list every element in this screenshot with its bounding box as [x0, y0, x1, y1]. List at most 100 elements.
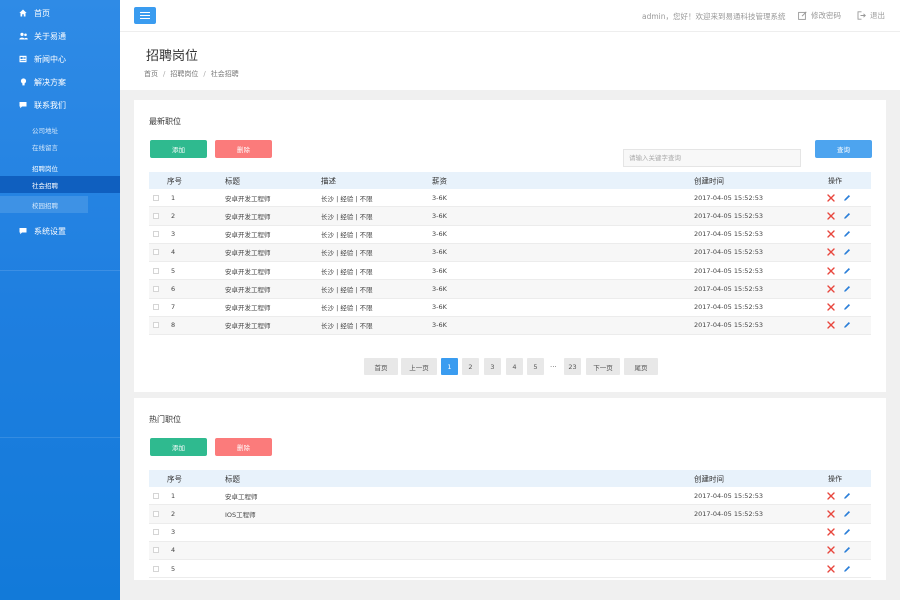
row-checkbox[interactable]	[153, 285, 159, 292]
cell-desc: 长沙 | 经验 | 不限	[321, 231, 373, 240]
edit-pencil-icon[interactable]	[843, 230, 851, 238]
row-checkbox[interactable]	[153, 267, 159, 274]
page-prev-button[interactable]: 上一页	[401, 358, 437, 375]
page-button-last-number[interactable]: 23	[564, 358, 581, 375]
sidebar-item-home[interactable]: 首页	[0, 2, 120, 24]
sidebar-sub-campus-recruit[interactable]: 校园招聘	[0, 196, 88, 213]
row-checkbox[interactable]	[153, 231, 159, 238]
page-button[interactable]: 4	[506, 358, 523, 375]
delete-x-icon[interactable]	[827, 303, 835, 311]
home-icon	[18, 8, 28, 18]
table-row: 2 IOS工程师 2017-04-05 15:52:53	[149, 505, 871, 524]
latest-jobs-panel: 最新职位 添加 删除 查询 序号 标题 描述 薪资 创建时间 操作 1 安卓开发工…	[134, 100, 886, 392]
sidebar-item-label: 解决方案	[34, 77, 66, 87]
cell-salary: 3-6K	[432, 266, 447, 275]
breadcrumb-item-home[interactable]: 首页	[144, 70, 158, 78]
delete-x-icon[interactable]	[827, 212, 835, 220]
cell-title: 安卓开发工程师	[225, 267, 271, 276]
col-header-title: 标题	[225, 176, 240, 185]
row-checkbox[interactable]	[153, 304, 159, 311]
col-header-salary: 薪资	[432, 176, 447, 185]
sidebar-item-solutions[interactable]: 解决方案	[0, 71, 120, 93]
row-checkbox[interactable]	[153, 547, 159, 554]
add-button[interactable]: 添加	[150, 140, 207, 158]
cell-no: 1	[171, 491, 176, 500]
sidebar: 首页 关于易通 新闻中心 解决方案 联系我们 公司地址 在线留言 招聘岗位 社会…	[0, 0, 120, 600]
welcome-text: admin，您好！欢迎来到易通科技管理系统	[642, 12, 786, 21]
delete-x-icon[interactable]	[827, 528, 835, 536]
page-next-button[interactable]: 下一页	[586, 358, 620, 375]
edit-pencil-icon[interactable]	[843, 565, 851, 573]
sidebar-sub-message[interactable]: 在线留言	[0, 138, 120, 155]
menu-toggle-button[interactable]	[134, 7, 156, 24]
page-title: 招聘岗位	[146, 49, 199, 64]
delete-x-icon[interactable]	[827, 491, 835, 500]
row-checkbox[interactable]	[153, 194, 159, 201]
edit-pencil-icon[interactable]	[843, 303, 851, 311]
table-header: 序号 标题 创建时间 操作	[149, 470, 871, 487]
edit-pencil-icon[interactable]	[843, 248, 851, 256]
cell-title: 安卓工程师	[225, 492, 258, 501]
cell-no: 8	[171, 321, 176, 330]
breadcrumb-item-jobs[interactable]: 招聘岗位	[170, 70, 198, 78]
page-button[interactable]: 5	[527, 358, 544, 375]
logout-link[interactable]: 退出	[857, 10, 885, 21]
row-checkbox[interactable]	[153, 565, 159, 572]
change-password-link[interactable]: 修改密码	[798, 10, 841, 21]
delete-x-icon[interactable]	[827, 248, 835, 257]
sidebar-item-settings[interactable]: 系统设置	[0, 220, 120, 242]
page-button[interactable]: 2	[462, 358, 479, 375]
delete-x-icon[interactable]	[827, 564, 835, 573]
cell-no: 3	[171, 528, 176, 537]
row-checkbox[interactable]	[153, 322, 159, 329]
row-checkbox[interactable]	[153, 529, 159, 536]
breadcrumb-separator: /	[203, 70, 206, 78]
delete-x-icon[interactable]	[827, 230, 835, 238]
search-input[interactable]	[623, 149, 801, 167]
table-row: 1 安卓开发工程师 长沙 | 经验 | 不限 3-6K 2017-04-05 15:52…	[149, 189, 871, 208]
edit-pencil-icon[interactable]	[843, 194, 851, 202]
cell-created: 2017-04-05 15:52:53	[694, 509, 764, 518]
sidebar-sub-social-recruit[interactable]: 社会招聘	[0, 176, 120, 193]
edit-pencil-icon[interactable]	[843, 321, 851, 329]
sidebar-item-about[interactable]: 关于易通	[0, 25, 120, 47]
add-button[interactable]: 添加	[150, 438, 207, 456]
col-header-created: 创建时间	[694, 474, 724, 483]
row-checkbox[interactable]	[153, 212, 159, 219]
edit-pencil-icon[interactable]	[843, 285, 851, 293]
edit-pencil-icon[interactable]	[843, 510, 851, 518]
delete-x-icon[interactable]	[827, 510, 835, 518]
panel-title: 热门职位	[149, 415, 181, 424]
edit-pencil-icon[interactable]	[843, 267, 851, 275]
page-last-button[interactable]: 尾页	[624, 358, 658, 375]
newspaper-icon	[18, 54, 28, 64]
cell-salary: 3-6K	[432, 321, 447, 330]
row-checkbox[interactable]	[153, 249, 159, 256]
page-button[interactable]: 3	[484, 358, 501, 375]
delete-x-icon[interactable]	[827, 321, 835, 330]
edit-pencil-icon[interactable]	[843, 492, 851, 500]
col-header-title: 标题	[225, 474, 240, 483]
edit-pencil-icon[interactable]	[843, 546, 851, 554]
delete-x-icon[interactable]	[827, 285, 835, 293]
row-checkbox[interactable]	[153, 510, 159, 517]
cell-desc: 长沙 | 经验 | 不限	[321, 304, 373, 313]
cell-no: 6	[171, 284, 176, 293]
sidebar-item-news[interactable]: 新闻中心	[0, 48, 120, 70]
delete-x-icon[interactable]	[827, 266, 835, 275]
row-checkbox[interactable]	[153, 492, 159, 499]
sidebar-item-contact[interactable]: 联系我们	[0, 94, 120, 116]
edit-pencil-icon[interactable]	[843, 528, 851, 536]
page-button-current[interactable]: 1	[441, 358, 458, 375]
delete-button[interactable]: 删除	[215, 140, 272, 158]
delete-x-icon[interactable]	[827, 193, 835, 202]
sidebar-sub-jobs[interactable]: 招聘岗位	[0, 159, 120, 176]
sidebar-sub-address[interactable]: 公司地址	[0, 121, 120, 138]
page-first-button[interactable]: 首页	[364, 358, 398, 375]
cell-title: 安卓开发工程师	[225, 231, 271, 240]
query-button[interactable]: 查询	[815, 140, 872, 158]
edit-pencil-icon[interactable]	[843, 212, 851, 220]
delete-button[interactable]: 删除	[215, 438, 272, 456]
delete-x-icon[interactable]	[827, 546, 835, 555]
col-header-ops: 操作	[828, 176, 842, 185]
